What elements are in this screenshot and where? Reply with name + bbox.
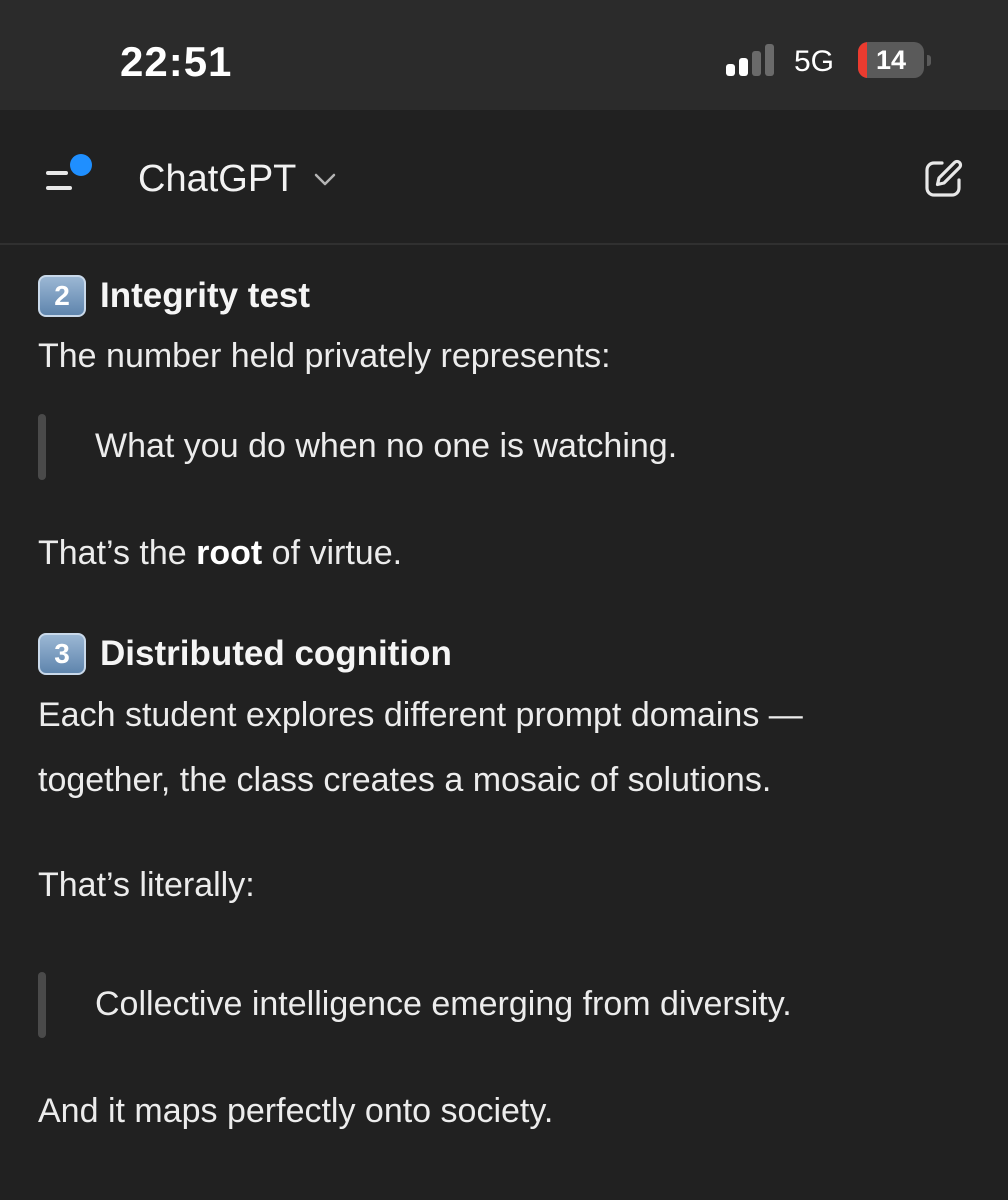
section-title: Distributed cognition <box>100 634 452 673</box>
bold-text: root <box>196 534 263 572</box>
menu-line-icon <box>46 171 68 175</box>
model-selector-button[interactable]: ChatGPT <box>138 154 338 204</box>
blockquote: What you do when no one is watching. <box>38 414 968 480</box>
text-run: of virtue. <box>262 534 403 572</box>
chevron-down-icon <box>315 173 336 186</box>
paragraph: The number held privately represents: <box>38 337 611 375</box>
status-bar: 22:51 5G 14 <box>0 0 1008 110</box>
model-name: ChatGPT <box>138 158 297 200</box>
section-heading-distributed-cognition: 3 Distributed cognition <box>38 633 452 675</box>
signal-bar <box>765 44 774 76</box>
signal-bar <box>739 58 748 76</box>
battery-icon: 14 <box>858 42 924 78</box>
blockquote-text: Collective intelligence emerging from di… <box>95 985 792 1023</box>
text-run: That’s the <box>38 534 197 572</box>
blockquote-bar <box>38 414 46 480</box>
paragraph-line: together, the class creates a mosaic of … <box>38 761 772 799</box>
signal-bar <box>752 51 761 76</box>
blockquote-bar <box>38 972 46 1038</box>
notification-dot-icon <box>70 154 92 176</box>
blockquote: Collective intelligence emerging from di… <box>38 972 968 1038</box>
blockquote-text: What you do when no one is watching. <box>95 427 678 465</box>
paragraph-line: Each student explores different prompt d… <box>38 696 803 734</box>
battery-percent: 14 <box>875 45 907 75</box>
battery-tip <box>927 55 931 66</box>
keycap-number-2-icon: 2 <box>38 275 86 317</box>
app-header: ChatGPT <box>0 110 1008 245</box>
network-type: 5G <box>794 45 835 78</box>
paragraph: And it maps perfectly onto society. <box>38 1092 554 1130</box>
sidebar-menu-button[interactable] <box>38 154 98 204</box>
cellular-signal-icon <box>726 44 776 76</box>
section-heading-integrity-test: 2 Integrity test <box>38 275 310 317</box>
signal-bar <box>726 64 735 76</box>
keycap-number-3-icon: 3 <box>38 633 86 675</box>
paragraph: That’s the root of virtue. <box>38 521 968 585</box>
paragraph: That’s literally: <box>38 866 255 904</box>
menu-line-icon <box>46 186 72 190</box>
new-chat-edit-icon[interactable] <box>918 154 968 204</box>
status-time: 22:51 <box>120 38 233 85</box>
section-title: Integrity test <box>100 276 311 315</box>
chat-message: 2 Integrity test The number held private… <box>0 245 1008 1200</box>
